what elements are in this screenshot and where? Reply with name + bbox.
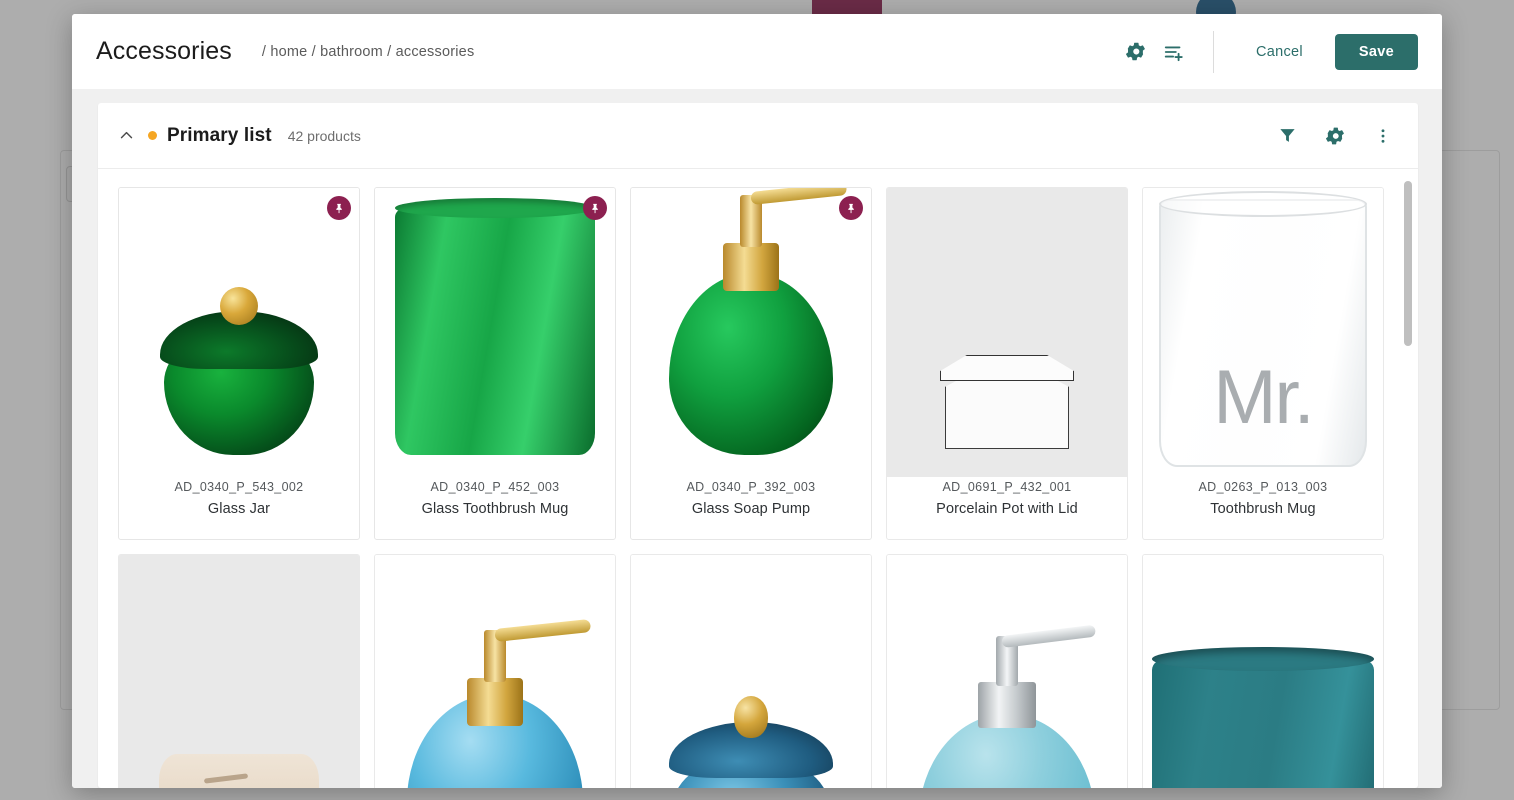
woven-basket-art xyxy=(159,754,319,788)
product-count: 42 products xyxy=(287,127,361,144)
porcelain-hex-pot-art xyxy=(945,375,1069,449)
product-meta: AD_0263_P_013_003 Toothbrush Mug xyxy=(1143,477,1383,539)
product-name: Toothbrush Mug xyxy=(1210,501,1316,517)
filter-icon[interactable] xyxy=(1270,119,1304,153)
product-image xyxy=(631,555,871,788)
product-grid-scroll: AD_0340_P_543_002 Glass Jar AD_0340_P_45… xyxy=(98,169,1418,788)
page-root: E Accessories / home / bathroom / access… xyxy=(0,0,1514,800)
gear-icon[interactable] xyxy=(1117,33,1155,71)
product-meta: AD_0691_P_432_001 Porcelain Pot with Lid xyxy=(887,477,1127,539)
product-meta: AD_0340_P_543_002 Glass Jar xyxy=(119,477,359,539)
product-name: Glass Jar xyxy=(207,501,271,517)
product-sku: AD_0340_P_392_003 xyxy=(686,480,816,494)
pin-icon[interactable] xyxy=(327,196,351,220)
header-divider xyxy=(1212,30,1214,73)
page-title: Accessories xyxy=(96,37,232,65)
glass-mug-green-art xyxy=(395,198,595,455)
product-card[interactable] xyxy=(886,554,1128,788)
product-sku: AD_0691_P_432_001 xyxy=(942,480,1072,494)
status-badge xyxy=(148,131,157,140)
product-grid: AD_0340_P_543_002 Glass Jar AD_0340_P_45… xyxy=(98,187,1418,788)
cancel-button[interactable]: Cancel xyxy=(1236,35,1323,69)
product-sku: AD_0263_P_013_003 xyxy=(1198,480,1328,494)
tumbler-teal-art xyxy=(1152,647,1374,788)
accessories-modal: Accessories / home / bathroom / accessor… xyxy=(72,14,1442,788)
product-card[interactable]: AD_0340_P_543_002 Glass Jar xyxy=(118,187,360,540)
product-image xyxy=(375,555,615,788)
product-card[interactable] xyxy=(374,554,616,788)
product-image xyxy=(1143,555,1383,788)
save-button[interactable]: Save xyxy=(1334,33,1418,70)
product-card[interactable] xyxy=(630,554,872,788)
primary-list-panel: Primary list 42 products AD_0340_P_543_0… xyxy=(98,103,1418,788)
product-meta: AD_0340_P_452_003 Glass Toothbrush Mug xyxy=(375,477,615,539)
modal-header: Accessories / home / bathroom / accessor… xyxy=(72,14,1442,89)
product-image xyxy=(887,188,1127,477)
gear-icon[interactable] xyxy=(1318,119,1352,153)
modal-body: Primary list 42 products AD_0340_P_543_0… xyxy=(72,89,1442,788)
product-sku: AD_0340_P_543_002 xyxy=(174,480,304,494)
product-image xyxy=(887,555,1127,788)
product-name: Porcelain Pot with Lid xyxy=(936,501,1078,517)
mug-engraving: Mr. xyxy=(1213,355,1315,440)
product-image xyxy=(119,188,359,477)
breadcrumb: / home / bathroom / accessories xyxy=(261,43,475,60)
product-card[interactable] xyxy=(118,554,360,788)
chevron-up-icon[interactable] xyxy=(112,122,140,150)
add-to-list-icon[interactable] xyxy=(1155,33,1193,71)
product-card[interactable]: AD_0340_P_392_003 Glass Soap Pump xyxy=(630,187,872,540)
product-image: Mr. xyxy=(1143,188,1383,477)
product-card[interactable]: AD_0691_P_432_001 Porcelain Pot with Lid xyxy=(886,187,1128,540)
pin-icon[interactable] xyxy=(583,196,607,220)
product-image xyxy=(631,188,871,477)
product-card[interactable]: Mr. AD_0263_P_013_003 Toothbrush Mug xyxy=(1142,187,1384,540)
primary-list-title: Primary list xyxy=(167,124,272,146)
product-sku: AD_0340_P_452_003 xyxy=(430,480,560,494)
product-meta: AD_0340_P_392_003 Glass Soap Pump xyxy=(631,477,871,539)
product-image xyxy=(119,555,359,788)
primary-list-header: Primary list 42 products xyxy=(98,103,1418,169)
more-vertical-icon[interactable] xyxy=(1366,119,1400,153)
pin-icon[interactable] xyxy=(839,196,863,220)
scrollbar-thumb[interactable] xyxy=(1404,181,1412,346)
product-name: Glass Toothbrush Mug xyxy=(421,501,569,517)
product-card[interactable] xyxy=(1142,554,1384,788)
product-card[interactable]: AD_0340_P_452_003 Glass Toothbrush Mug xyxy=(374,187,616,540)
product-image xyxy=(375,188,615,477)
product-name: Glass Soap Pump xyxy=(691,501,811,517)
